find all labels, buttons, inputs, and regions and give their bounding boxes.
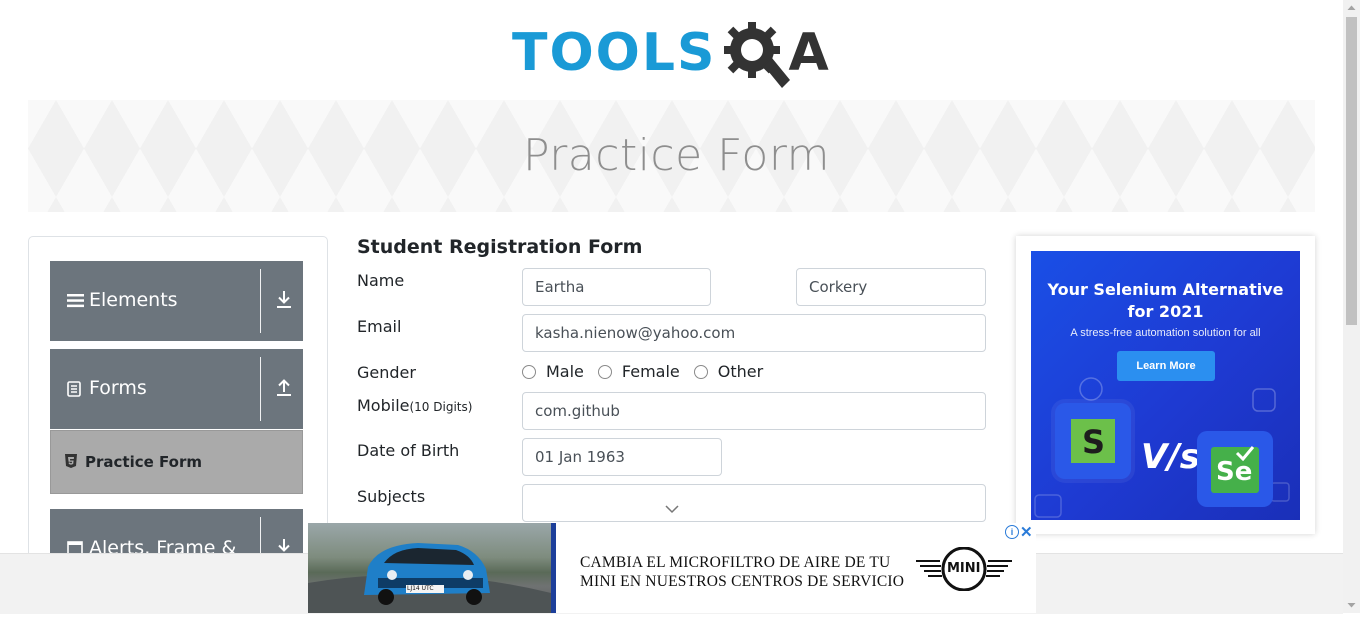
scroll-up-arrow-icon[interactable] xyxy=(1343,0,1360,17)
radio-circle[interactable] xyxy=(597,364,612,379)
email-input[interactable] xyxy=(522,314,986,352)
sidebar: Elements Forms Practice Form Alerts, Fra… xyxy=(28,236,328,568)
mini-logo-text: MINI xyxy=(947,561,981,576)
katalon-logo-letter: S xyxy=(1082,423,1106,461)
mobile-hint: (10 Digits) xyxy=(409,400,473,414)
sidebar-group-forms[interactable]: Forms xyxy=(50,349,303,429)
page-banner: Practice Form xyxy=(28,100,1315,212)
scrollbar-thumb[interactable] xyxy=(1346,17,1357,325)
gender-male-radio[interactable]: Male xyxy=(522,362,584,381)
sidebar-ad-frame: Your Selenium Alternative for 2021 A str… xyxy=(1016,236,1315,534)
selenium-alternative-ad[interactable]: Your Selenium Alternative for 2021 A str… xyxy=(1031,251,1300,520)
subjects-input[interactable] xyxy=(522,484,986,522)
mobile-input[interactable] xyxy=(522,392,986,430)
gear-magnifier-icon xyxy=(724,22,791,88)
selenium-logo-tile: Se xyxy=(1197,431,1273,507)
radio-label: Male xyxy=(546,362,584,381)
sidebar-group-label: Forms xyxy=(89,377,147,399)
car-photo: LJ14 UTC xyxy=(308,523,551,613)
ad-separator xyxy=(551,523,556,613)
mini-banner-ad[interactable]: LJ14 UTC CAMBIA EL MICROFILTRO DE AIRE D… xyxy=(308,523,1036,613)
dob-label: Date of Birth xyxy=(357,441,460,460)
subjects-label: Subjects xyxy=(357,487,426,506)
gender-radio-group: Male Female Other xyxy=(522,362,777,381)
name-label: Name xyxy=(357,271,405,290)
license-plate: LJ14 UTC xyxy=(407,585,434,592)
upload-arrow-icon[interactable] xyxy=(275,377,293,402)
mini-logo: MINI xyxy=(916,546,1012,596)
form-title: Student Registration Form xyxy=(357,236,643,258)
logo-text-tools: TOOLS xyxy=(512,23,717,83)
hamburger-icon xyxy=(67,293,84,313)
radio-circle[interactable] xyxy=(693,364,708,379)
katalon-logo-tile: S xyxy=(1055,403,1131,479)
katalon-logo-icon: S xyxy=(1071,419,1115,463)
email-label: Email xyxy=(357,317,402,336)
gender-label: Gender xyxy=(357,363,416,382)
ad-text-line1: CAMBIA EL MICROFILTRO DE AIRE DE TU xyxy=(580,554,891,571)
ad-text: CAMBIA EL MICROFILTRO DE AIRE DE TU MINI… xyxy=(580,553,904,591)
download-arrow-icon[interactable] xyxy=(275,289,293,314)
toolsqa-logo[interactable]: TOOLS A xyxy=(512,14,836,92)
date-of-birth-input[interactable] xyxy=(522,438,722,476)
radio-label: Other xyxy=(717,362,764,381)
mobile-label: Mobile(10 Digits) xyxy=(357,396,472,415)
divider xyxy=(260,357,261,421)
ad-close-icon[interactable]: ✕ xyxy=(1020,523,1033,541)
radio-circle[interactable] xyxy=(522,364,536,379)
gender-female-radio[interactable]: Female xyxy=(597,362,680,381)
selenium-logo-text: Se xyxy=(1216,457,1253,487)
mini-car-image xyxy=(308,543,551,613)
divider xyxy=(260,269,261,333)
last-name-input[interactable] xyxy=(796,268,986,306)
gender-other-radio[interactable]: Other xyxy=(693,362,764,381)
sidebar-group-label: Elements xyxy=(89,289,178,311)
sidebar-item-practice-form[interactable]: Practice Form xyxy=(50,430,303,494)
chevron-down-icon[interactable] xyxy=(665,501,679,519)
html5-icon xyxy=(65,454,77,473)
page-scrollbar[interactable] xyxy=(1343,0,1360,613)
document-icon xyxy=(67,381,81,402)
sidebar-item-label: Practice Form xyxy=(85,453,202,471)
checkmark-icon xyxy=(1235,446,1255,461)
versus-text: V/s xyxy=(1141,437,1200,477)
scroll-down-arrow-icon[interactable] xyxy=(1343,596,1360,613)
radio-label: Female xyxy=(621,362,680,381)
ad-info-icon[interactable]: i xyxy=(1005,525,1019,539)
page-title: Practice Form xyxy=(522,129,831,181)
ad-text-line2: MINI EN NUESTROS CENTROS DE SERVICIO xyxy=(580,573,905,590)
logo-text-a: A xyxy=(788,23,831,83)
mobile-label-text: Mobile xyxy=(357,396,410,415)
sidebar-group-elements[interactable]: Elements xyxy=(50,261,303,341)
first-name-input[interactable] xyxy=(522,268,711,306)
selenium-logo-icon: Se xyxy=(1211,446,1259,493)
